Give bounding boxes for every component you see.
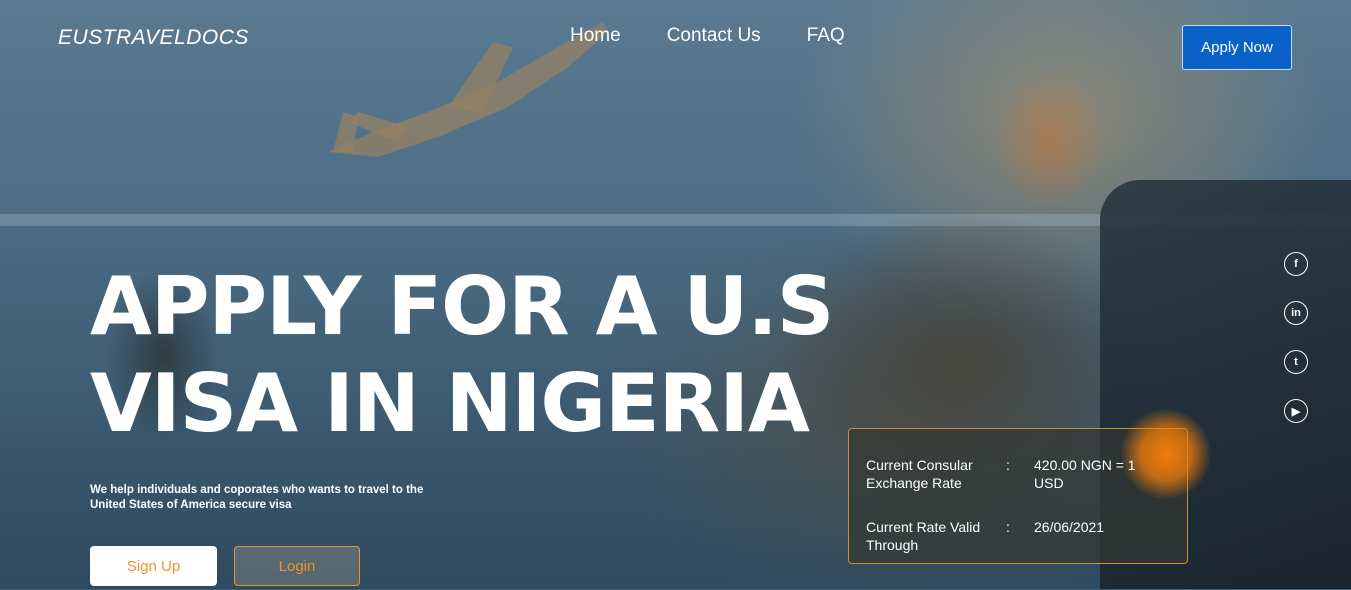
- linkedin-icon[interactable]: in: [1284, 301, 1308, 325]
- youtube-icon[interactable]: ▶: [1284, 399, 1308, 423]
- site-logo[interactable]: EUSTRAVELDOCS: [58, 26, 249, 50]
- facebook-icon[interactable]: f: [1284, 252, 1308, 276]
- hero-subtext: We help individuals and coporates who wa…: [90, 484, 424, 511]
- nav-contact-us[interactable]: Contact Us: [667, 25, 761, 47]
- separator: :: [1006, 519, 1010, 535]
- hero-headline: APPLY FOR A U.S VISA IN NIGERIA: [90, 258, 834, 452]
- headline-line-1: APPLY FOR A U.S: [90, 260, 834, 353]
- twitter-icon[interactable]: t: [1284, 350, 1308, 374]
- main-nav: Home Contact Us FAQ: [570, 25, 845, 47]
- nav-faq[interactable]: FAQ: [807, 25, 845, 47]
- sign-up-button[interactable]: Sign Up: [90, 546, 217, 586]
- exchange-rate-label: Current Consular Exchange Rate: [866, 457, 973, 491]
- apply-now-button[interactable]: Apply Now: [1182, 25, 1292, 70]
- rate-row-valid: Current Rate Valid Through : 26/06/2021: [866, 518, 1154, 554]
- exchange-rate-box: Current Consular Exchange Rate : 420.00 …: [848, 409, 1211, 564]
- separator: :: [1006, 457, 1010, 473]
- exchange-rate-value: 420.00 NGN = 1 USD: [1034, 457, 1136, 491]
- valid-through-value: 26/06/2021: [1034, 519, 1105, 535]
- valid-through-label: Current Rate Valid Through: [866, 519, 981, 553]
- social-links: f in t ▶: [1284, 252, 1308, 423]
- rate-row-exchange: Current Consular Exchange Rate : 420.00 …: [866, 456, 1154, 492]
- nav-home[interactable]: Home: [570, 25, 621, 47]
- headline-line-2: VISA IN NIGERIA: [90, 357, 810, 450]
- login-button[interactable]: Login: [234, 546, 360, 586]
